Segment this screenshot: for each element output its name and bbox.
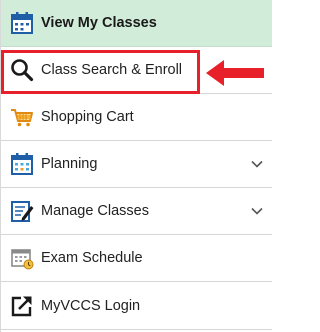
nav-item-view-my-classes[interactable]: View My Classes xyxy=(1,0,272,47)
chevron-down-icon[interactable] xyxy=(250,157,264,171)
search-icon xyxy=(9,57,35,83)
nav-item-myvccs-login[interactable]: MyVCCS Login xyxy=(1,282,272,330)
nav-item-planning[interactable]: Planning xyxy=(1,141,272,188)
planning-calendar-icon xyxy=(9,151,35,177)
calendar-icon xyxy=(9,10,35,36)
nav-item-label: Class Search & Enroll xyxy=(41,62,183,78)
student-nav-menu: View My Classes Class Search & Enroll Sh… xyxy=(0,0,272,332)
nav-item-label: Shopping Cart xyxy=(41,109,134,125)
nav-item-label: View My Classes xyxy=(41,15,157,31)
red-arrow-icon xyxy=(204,58,266,88)
external-link-icon xyxy=(9,293,35,319)
nav-item-label: Planning xyxy=(41,156,98,172)
shopping-cart-icon xyxy=(9,104,35,130)
nav-item-shopping-cart[interactable]: Shopping Cart xyxy=(1,94,272,141)
nav-item-label: Exam Schedule xyxy=(41,250,143,266)
edit-document-icon xyxy=(9,198,35,224)
nav-item-label: MyVCCS Login xyxy=(41,297,141,314)
exam-calendar-icon xyxy=(9,245,35,271)
nav-item-manage-classes[interactable]: Manage Classes xyxy=(1,188,272,235)
nav-item-exam-schedule[interactable]: Exam Schedule xyxy=(1,235,272,282)
nav-item-label: Manage Classes xyxy=(41,203,149,219)
chevron-down-icon[interactable] xyxy=(250,204,264,218)
